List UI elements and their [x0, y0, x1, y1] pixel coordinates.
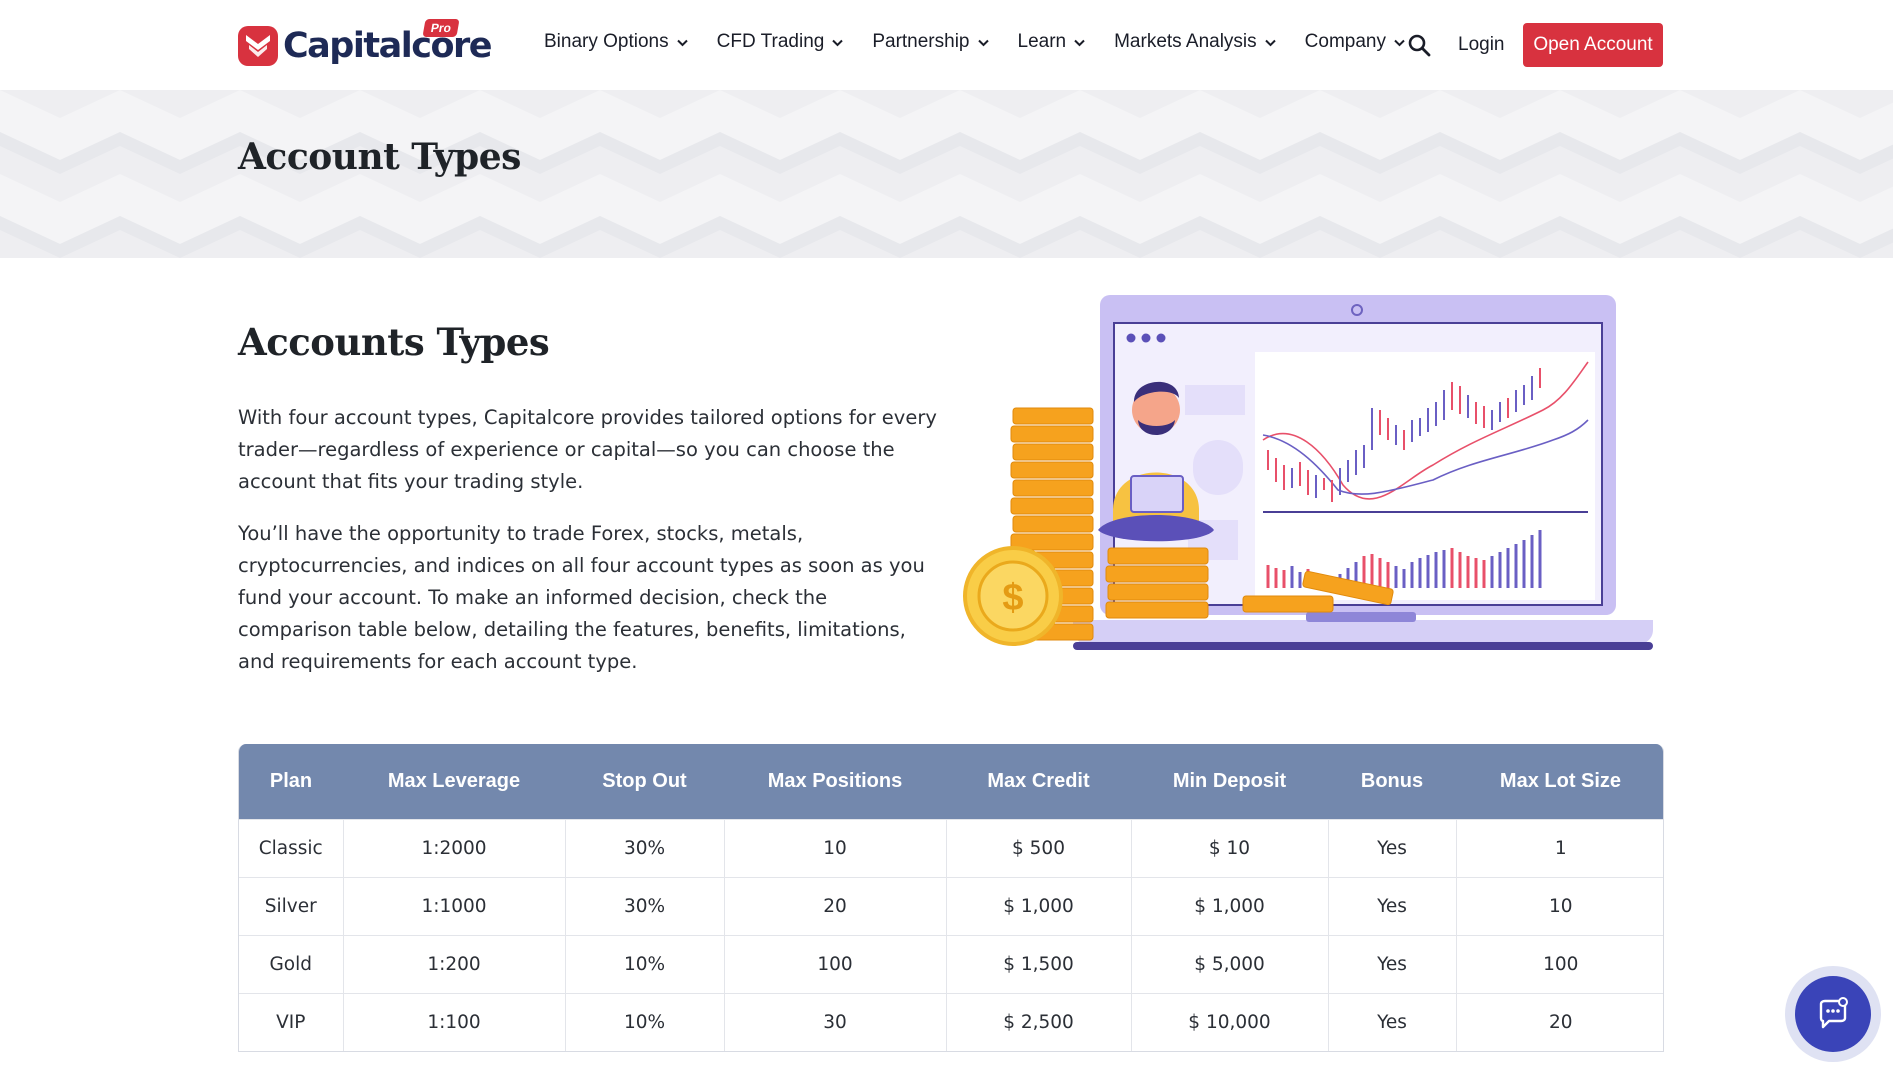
table-cell: Yes — [1328, 818, 1457, 877]
table-cell: 1:1000 — [343, 876, 566, 935]
nav-label: Learn — [1017, 31, 1067, 52]
table-cell: 10% — [565, 934, 725, 993]
table-cell: 1:200 — [343, 934, 566, 993]
login-link[interactable]: Login — [1458, 34, 1505, 56]
table-cell: 20 — [1456, 992, 1663, 1051]
table-cell: VIP — [239, 992, 344, 1051]
column-header: Min Deposit — [1131, 744, 1328, 819]
table-cell: $ 1,000 — [946, 876, 1132, 935]
column-header: Max Credit — [946, 744, 1131, 819]
table-cell: Classic — [239, 818, 344, 877]
chat-icon — [1795, 976, 1871, 1052]
table-cell: Yes — [1328, 876, 1457, 935]
table-cell: 10 — [724, 818, 947, 877]
site-header: Capitalcore Pro Binary Options CFD Tradi… — [0, 0, 1893, 90]
section-title: Accounts Types — [238, 320, 550, 364]
column-header: Max Lot Size — [1456, 744, 1663, 819]
nav-label: Partnership — [872, 31, 970, 52]
table-row: Gold 1:200 10% 100 $ 1,500 $ 5,000 Yes 1… — [239, 934, 1663, 993]
nav-learn[interactable]: Learn — [1018, 31, 1086, 53]
table-cell: 100 — [724, 934, 947, 993]
nav-cfd-trading[interactable]: CFD Trading — [717, 31, 844, 53]
chevron-down-icon — [676, 31, 688, 53]
chat-widget-button[interactable] — [1785, 966, 1881, 1062]
table-cell: 20 — [724, 876, 947, 935]
table-cell: Yes — [1328, 992, 1457, 1051]
chevron-down-icon — [1264, 31, 1276, 53]
nav-company[interactable]: Company — [1305, 31, 1405, 53]
nav-markets-analysis[interactable]: Markets Analysis — [1114, 31, 1276, 53]
nav-binary-options[interactable]: Binary Options — [544, 31, 688, 53]
table-cell: 30% — [565, 818, 725, 877]
table-cell: 1:100 — [343, 992, 566, 1051]
page-title: Account Types — [238, 136, 521, 178]
nav-label: Binary Options — [544, 31, 669, 52]
table-cell: Gold — [239, 934, 344, 993]
table-cell: 30% — [565, 876, 725, 935]
table-row: Silver 1:1000 30% 20 $ 1,000 $ 1,000 Yes… — [239, 876, 1663, 935]
open-account-button[interactable]: Open Account — [1523, 23, 1663, 67]
table-row: VIP 1:100 10% 30 $ 2,500 $ 10,000 Yes 20 — [239, 992, 1663, 1051]
table-cell: 10% — [565, 992, 725, 1051]
column-header: Max Positions — [724, 744, 946, 819]
intro-paragraph: With four account types, Capitalcore pro… — [238, 406, 937, 493]
table-cell: $ 10,000 — [1131, 992, 1329, 1051]
nav-partnership[interactable]: Partnership — [872, 31, 989, 53]
dollar-coin-symbol: $ — [1002, 577, 1023, 619]
table-cell: Yes — [1328, 934, 1457, 993]
chevron-down-icon — [832, 31, 844, 53]
column-header: Max Leverage — [343, 744, 565, 819]
table-cell: 30 — [724, 992, 947, 1051]
search-icon[interactable] — [1407, 33, 1433, 59]
table-header-row: Plan Max Leverage Stop Out Max Positions… — [239, 744, 1663, 819]
brand-name: Capitalcore — [283, 25, 493, 66]
chevron-down-icon — [1074, 31, 1085, 53]
column-header: Plan — [239, 744, 343, 819]
details-paragraph: You’ll have the opportunity to trade For… — [238, 522, 925, 673]
column-header: Bonus — [1328, 744, 1456, 819]
table-cell: $ 5,000 — [1131, 934, 1329, 993]
table-cell: $ 1,500 — [946, 934, 1132, 993]
nav-label: Markets Analysis — [1114, 31, 1257, 52]
column-header: Stop Out — [565, 744, 724, 819]
nav-label: CFD Trading — [716, 31, 825, 52]
main-nav: Binary Options CFD Trading Partnership L… — [544, 31, 1434, 53]
table-cell: Silver — [239, 876, 344, 935]
account-comparison-table: Plan Max Leverage Stop Out Max Positions… — [238, 744, 1664, 1052]
table-cell: $ 1,000 — [1131, 876, 1329, 935]
page-banner: Account Types — [0, 90, 1893, 258]
brand-logo[interactable]: Capitalcore Pro — [238, 19, 493, 72]
table-cell: $ 2,500 — [946, 992, 1132, 1051]
chevron-down-icon — [1394, 31, 1405, 53]
table-cell: $ 500 — [946, 818, 1132, 877]
trader-laptop-illustration: $ — [963, 290, 1655, 650]
logo-shield-icon — [238, 26, 278, 66]
nav-label: Company — [1304, 31, 1386, 52]
table-cell: 100 — [1456, 934, 1663, 993]
table-cell: 1 — [1456, 818, 1663, 877]
table-cell: 10 — [1456, 876, 1663, 935]
table-cell: 1:2000 — [343, 818, 566, 877]
chevron-down-icon — [977, 31, 989, 53]
table-row: Classic 1:2000 30% 10 $ 500 $ 10 Yes 1 — [239, 818, 1663, 877]
brand-pro-badge: Pro — [422, 19, 460, 37]
table-cell: $ 10 — [1131, 818, 1329, 877]
